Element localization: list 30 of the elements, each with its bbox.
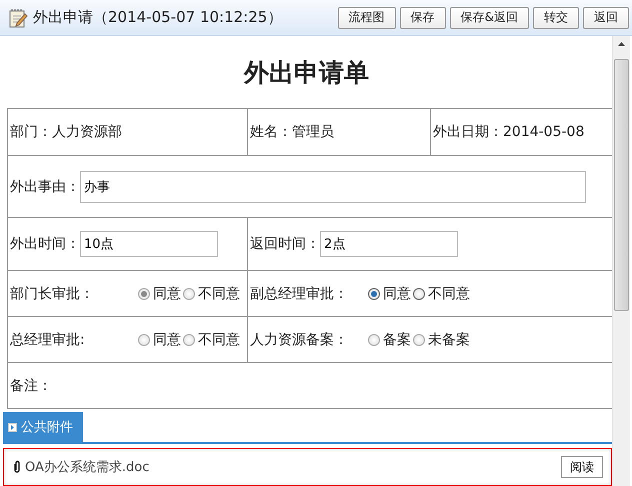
approval-label: 副总经理审批： [250, 284, 349, 302]
toolbar-button[interactable]: 流程图 [338, 6, 396, 28]
time-field[interactable]: 2点 [320, 231, 458, 257]
field-label: 外出时间： [10, 235, 80, 253]
file-name[interactable]: OA办公系统需求.doc [25, 458, 557, 476]
radio-option[interactable]: 同意 [366, 284, 411, 302]
info-text: 外出日期：2014-05-08 [433, 124, 584, 140]
toolbar-button[interactable]: 转交 [533, 6, 579, 28]
attachment-tab[interactable]: 公共附件 [3, 412, 83, 442]
window-title: 外出申请（2014-05-07 10:12:25） [33, 8, 284, 27]
approval-label: 人力资源备案： [250, 330, 349, 348]
expand-icon [8, 422, 17, 432]
radio-option[interactable]: 不同意 [411, 284, 470, 302]
field-label: 备注： [10, 378, 52, 394]
scrollbar-thumb[interactable] [614, 59, 629, 311]
read-button[interactable]: 阅读 [561, 456, 603, 478]
notepad-icon [8, 8, 28, 28]
reason-field[interactable]: 办事 [80, 170, 586, 202]
toolbar-button[interactable]: 保存 [400, 6, 446, 28]
toolbar-button[interactable]: 保存&返回 [450, 6, 529, 28]
toolbar-button[interactable]: 返回 [583, 6, 629, 28]
approval-label: 总经理审批: [10, 330, 86, 348]
info-text: 姓名：管理员 [250, 124, 334, 140]
info-text: 部门：人力资源部 [10, 124, 122, 140]
approval-label: 部门长审批： [10, 284, 95, 302]
time-field[interactable]: 10点 [80, 231, 218, 257]
form-title: 外出申请单 [242, 56, 370, 88]
field-label: 外出事由： [10, 178, 80, 196]
paperclip-icon [13, 460, 21, 474]
field-label: 返回时间： [250, 235, 320, 253]
